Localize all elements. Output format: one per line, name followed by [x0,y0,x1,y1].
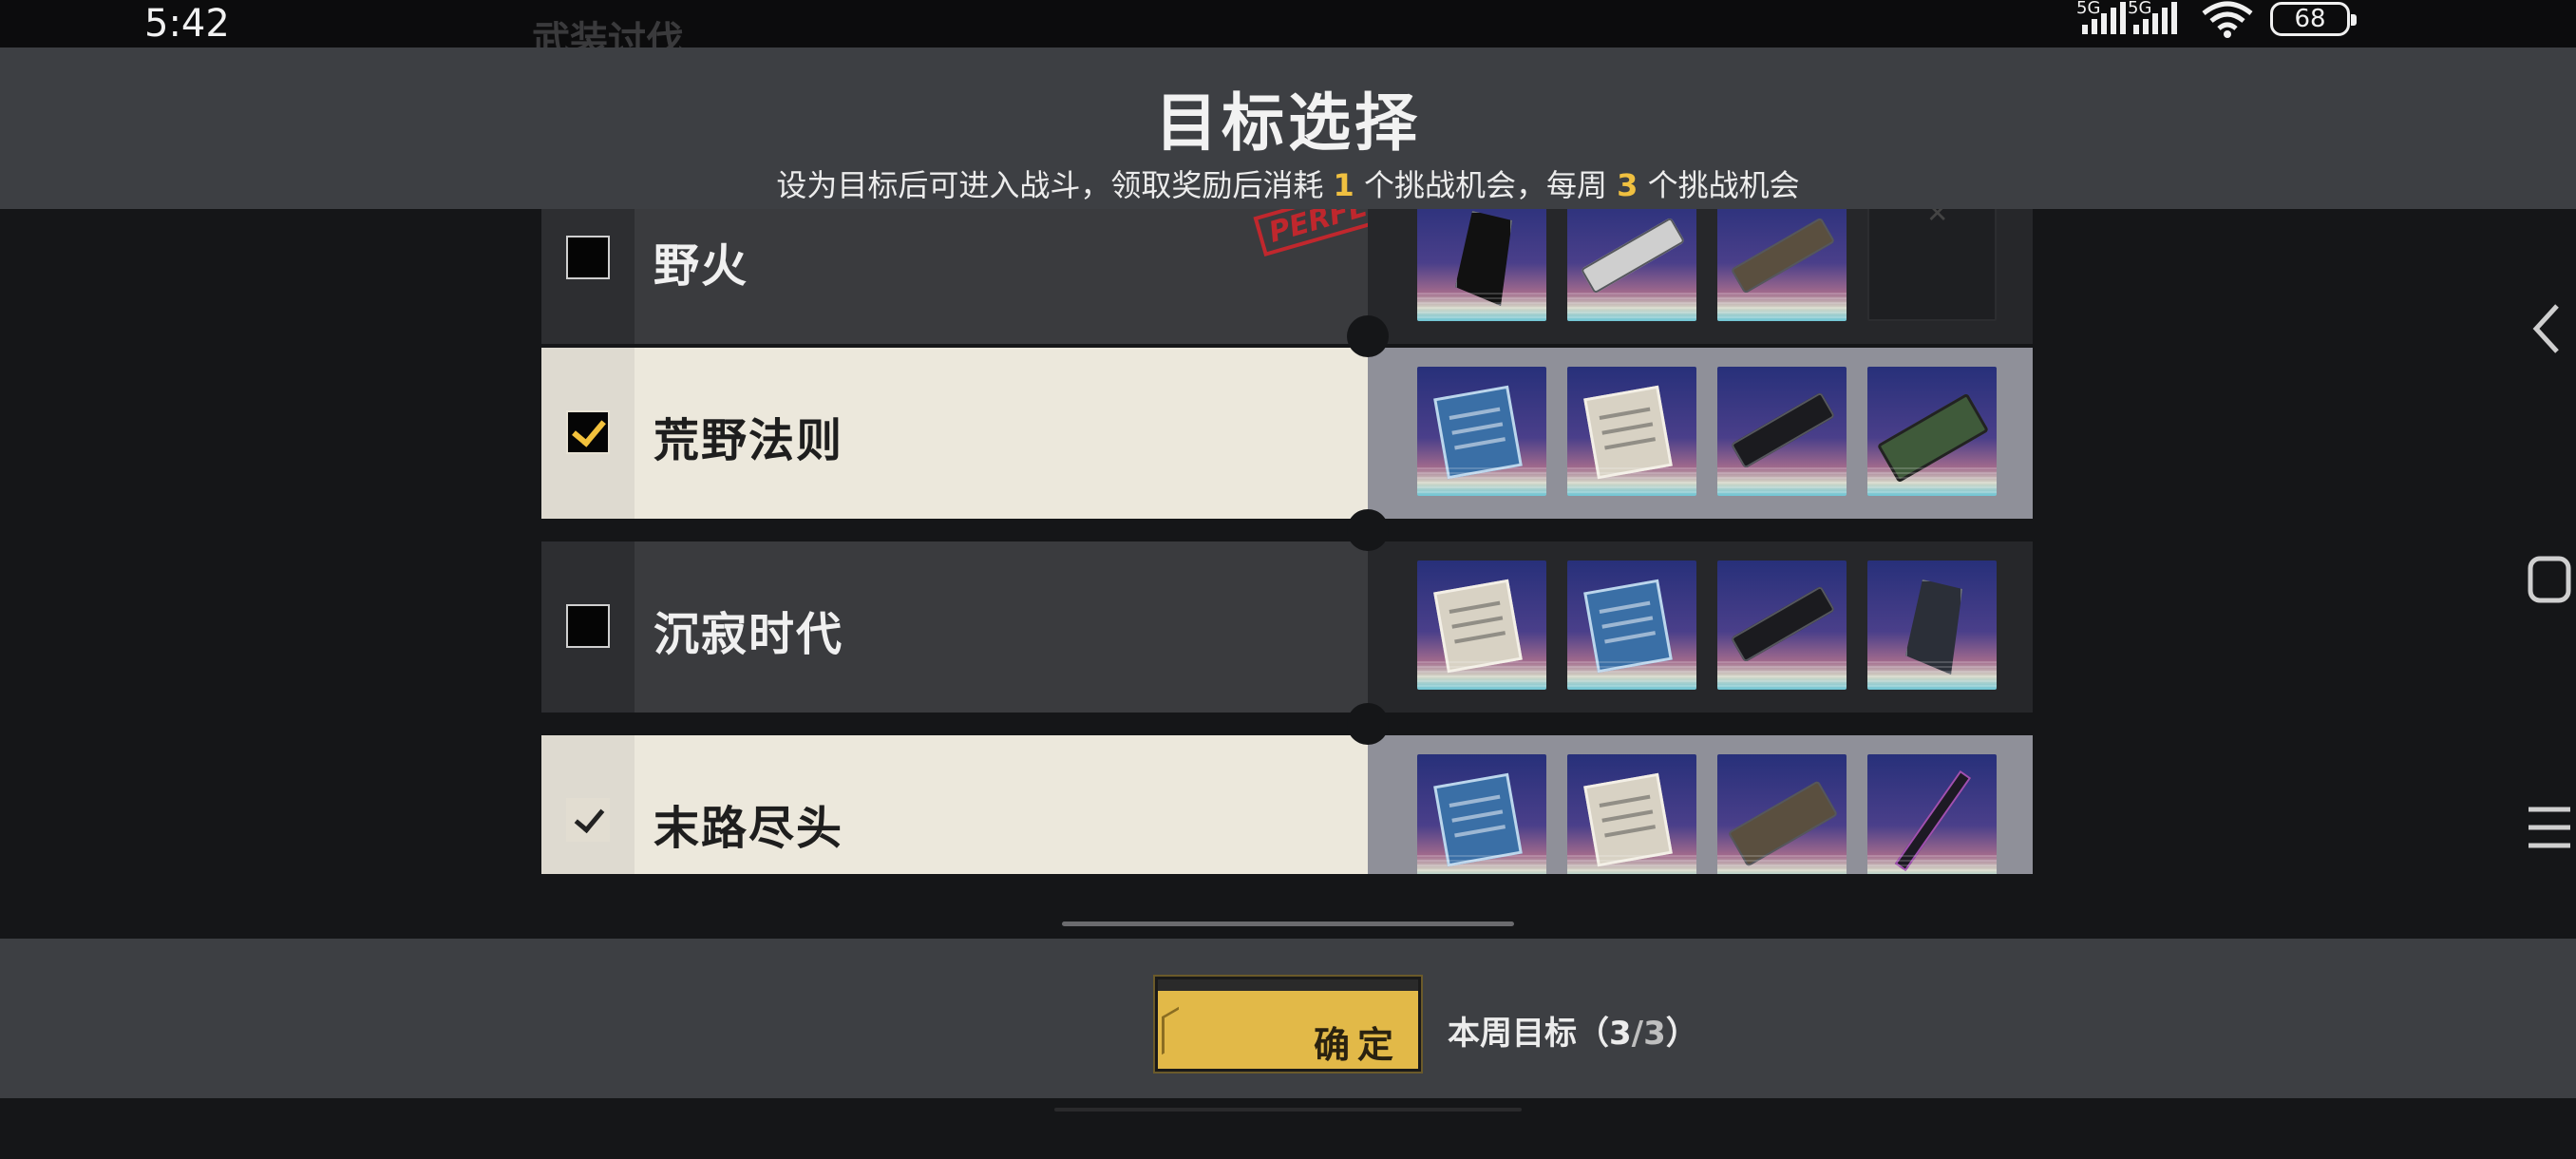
network-type-2-label: 5G [2128,0,2152,18]
button-corner-decoration [1162,1006,1179,1055]
row-title: 野火 [653,239,749,293]
list-item-wilderness-law[interactable]: 荒野法则 [541,348,2033,519]
row-checkbox[interactable] [566,236,610,279]
row-title: 荒野法则 [653,414,844,467]
row-checkbox-checked[interactable] [566,798,610,842]
dialog-header: 目标选择 设为目标后可进入战斗，领取奖励后消耗 1 个挑战机会，每周 3 个挑战… [0,48,2576,209]
reward-item[interactable] [1567,560,1696,690]
network-type-label: 5G [2076,0,2101,18]
page-subtitle: 设为目标后可进入战斗，领取奖励后消耗 1 个挑战机会，每周 3 个挑战机会 [0,162,2576,205]
row-title: 沉寂时代 [653,608,844,661]
row-divider-notch [1347,315,1389,357]
reward-item[interactable] [1867,560,1997,690]
weekly-goal-label: 本周目标 [1448,1015,1577,1053]
reward-item[interactable] [1717,209,1847,321]
weekly-goal-counter: 本周目标（3/3） [1448,1007,1698,1054]
empty-reward-slot: ✕ [1867,209,1997,321]
list-item-wildfire[interactable]: PERFECT 野火 ✕ [541,209,2033,344]
reward-items [1417,754,1997,874]
goal-paren-close: ） [1665,1015,1698,1053]
reward-items: ✕ [1417,209,1997,321]
reward-item[interactable] [1417,209,1546,321]
reward-items [1417,560,1997,690]
subtitle-cost-number: 1 [1333,167,1354,203]
row-checkbox-checked[interactable] [566,410,610,454]
reward-item[interactable] [1717,754,1847,874]
reward-item[interactable] [1567,367,1696,496]
reward-item[interactable] [1567,209,1696,321]
cell-signal-icon: 5G [2076,0,2126,34]
close-icon: ✕ [1926,209,1949,229]
page-title: 目标选择 [1155,86,1421,160]
dialog-footer: 确定 本周目标（3/3） [0,939,2576,1098]
status-bar: 5:42 武装讨伐 5G 5G 68 [0,0,2576,63]
back-nav-icon[interactable] [2527,300,2565,357]
goal-separator: / [1631,1015,1644,1053]
home-indicator[interactable] [1054,1108,1522,1112]
subtitle-text-end: 个挑战机会 [1647,167,1800,203]
reward-item[interactable] [1417,367,1546,496]
menu-nav-icon[interactable] [2527,804,2572,851]
reward-item[interactable] [1867,754,1997,874]
status-time: 5:42 [144,2,230,46]
list-item-road-end[interactable]: 末路尽头 [541,735,2033,874]
list-item-silent-era[interactable]: 沉寂时代 [541,542,2033,712]
confirm-button[interactable]: 确定 [1155,977,1421,1072]
cell-signal-2-icon: 5G [2128,0,2177,34]
confirm-button-label: 确定 [1313,1024,1401,1066]
target-list[interactable]: PERFECT 野火 ✕ 荒野法则 沉寂时代 末路尽头 [541,209,2033,874]
wifi-icon [2202,1,2253,38]
reward-item[interactable] [1717,560,1847,690]
battery-icon: 68 [2270,2,2357,36]
subtitle-weekly-number: 3 [1617,167,1638,203]
subtitle-text: 设为目标后可进入战斗，领取奖励后消耗 [776,167,1324,203]
home-nav-icon[interactable] [2527,555,2572,604]
goal-current: 3 [1609,1015,1632,1053]
row-divider-notch [1347,703,1389,745]
reward-item[interactable] [1417,560,1546,690]
reward-item[interactable] [1567,754,1696,874]
row-title: 末路尽头 [653,802,844,855]
reward-item[interactable] [1867,367,1997,496]
subtitle-text-mid: 个挑战机会，每周 [1363,167,1607,203]
goal-paren-open: （ [1577,1015,1609,1053]
reward-item[interactable] [1717,367,1847,496]
reward-item[interactable] [1417,754,1546,874]
goal-total: 3 [1643,1015,1666,1053]
reward-items [1417,367,1997,496]
row-divider-notch [1347,509,1389,551]
list-scrollbar[interactable] [1062,922,1514,926]
row-checkbox[interactable] [566,604,610,648]
